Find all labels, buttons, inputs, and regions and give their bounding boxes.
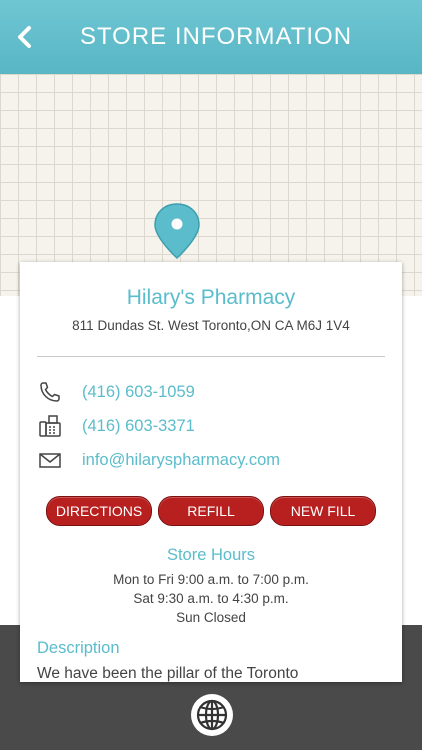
description-title: Description	[37, 639, 120, 657]
globe-icon[interactable]	[189, 692, 235, 738]
store-name: Hilary's Pharmacy	[126, 286, 296, 309]
phone-row[interactable]: (416) 603-1059	[38, 380, 378, 404]
description-text: We have been the pillar of the Toronto	[37, 665, 299, 682]
new-fill-button[interactable]: NEW FILL	[270, 496, 376, 526]
hours-saturday: Sat 9:30 a.m. to 4:30 p.m.	[133, 591, 289, 606]
fax-row[interactable]: (416) 603-3371	[38, 414, 378, 438]
back-chevron-icon[interactable]	[10, 22, 40, 52]
header-bar: STORE INFORMATION	[0, 0, 422, 74]
store-hours-title: Store Hours	[166, 546, 256, 564]
directions-button[interactable]: DIRECTIONS	[46, 496, 152, 526]
store-address: 811 Dundas St. West Toronto,ON CA M6J 1V…	[72, 318, 350, 333]
divider	[37, 356, 385, 357]
store-info-card: Hilary's Pharmacy 811 Dundas St. West To…	[20, 262, 402, 682]
phone-icon	[40, 382, 60, 402]
envelope-icon	[39, 453, 61, 468]
action-buttons: DIRECTIONS REFILL NEW FILL	[20, 496, 402, 526]
refill-button[interactable]: REFILL	[158, 496, 264, 526]
phone-number-link[interactable]: (416) 603-1059	[82, 383, 195, 402]
fax-number-link[interactable]: (416) 603-3371	[82, 417, 195, 436]
fax-icon	[39, 415, 61, 437]
map-pin-icon[interactable]	[153, 202, 201, 260]
email-link[interactable]: info@hilaryspharmacy.com	[82, 451, 280, 470]
email-row[interactable]: info@hilaryspharmacy.com	[38, 448, 378, 472]
hours-sunday: Sun Closed	[176, 610, 246, 625]
page-title: STORE INFORMATION	[79, 23, 353, 50]
hours-weekday: Mon to Fri 9:00 a.m. to 7:00 p.m.	[113, 572, 309, 587]
